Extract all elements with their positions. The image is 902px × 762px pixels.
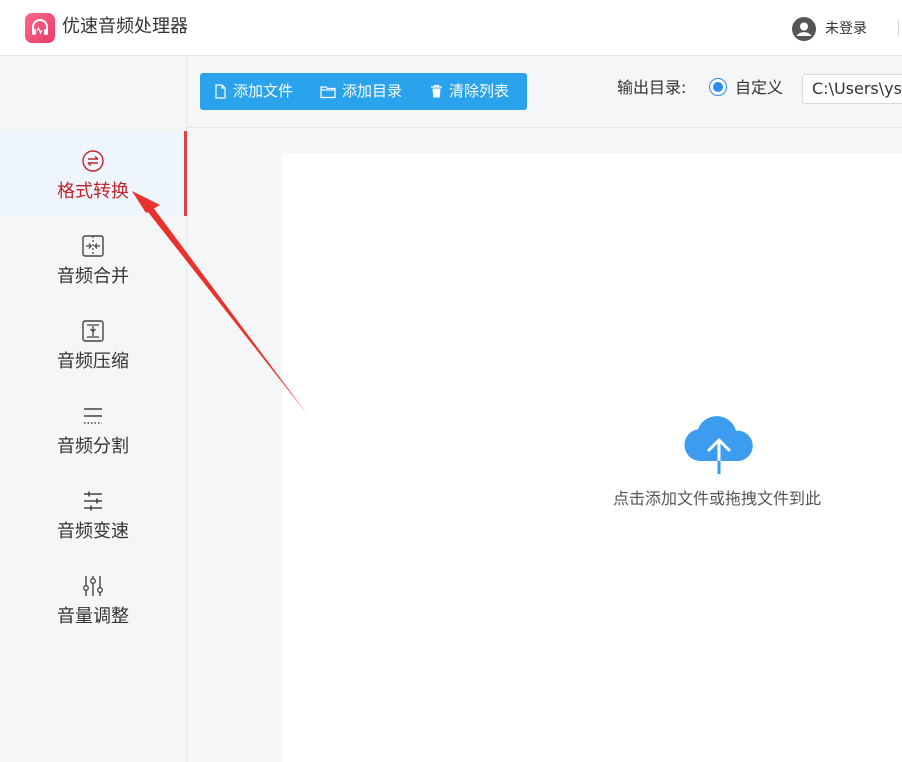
format-convert-icon	[82, 150, 104, 172]
divider	[898, 20, 899, 36]
file-icon	[215, 84, 226, 99]
add-file-label: 添加文件	[233, 82, 294, 100]
sidebar-item-label: 音量调整	[57, 606, 129, 627]
toolbar: 添加文件 添加目录 清除列表 输出目录: 自定义 C:\Users\ys	[187, 56, 902, 128]
clear-list-button[interactable]: 清除列表	[430, 73, 525, 110]
sidebar-item-label: 音频合并	[57, 266, 129, 287]
file-button-group: 添加文件 添加目录 清除列表	[200, 73, 527, 110]
split-icon	[84, 408, 102, 424]
add-directory-button[interactable]: 添加目录	[320, 73, 415, 110]
trash-icon	[431, 84, 442, 98]
volume-sliders-icon	[83, 576, 103, 596]
app-title: 优速音频处理器	[62, 16, 188, 37]
compress-icon	[82, 320, 104, 342]
sidebar-item-merge[interactable]: 音频合并	[0, 216, 186, 301]
custom-output-radio[interactable]	[709, 78, 727, 96]
sidebar: 格式转换 音频合并 音频压缩 音频分割 音频变速 音量调整	[0, 56, 187, 762]
title-bar: 优速音频处理器 未登录	[0, 0, 902, 56]
add-file-button[interactable]: 添加文件	[214, 73, 304, 110]
clear-list-label: 清除列表	[449, 82, 510, 100]
sidebar-item-label: 音频压缩	[57, 351, 129, 372]
sidebar-item-compress[interactable]: 音频压缩	[0, 301, 186, 386]
user-avatar-icon[interactable]	[792, 17, 816, 41]
output-directory-label: 输出目录:	[617, 78, 687, 97]
app-logo	[25, 13, 55, 43]
login-status[interactable]: 未登录	[825, 19, 867, 39]
drop-hint: 点击添加文件或拖拽文件到此	[612, 489, 821, 508]
sidebar-item-label: 音频变速	[57, 521, 129, 542]
sidebar-item-split[interactable]: 音频分割	[0, 386, 186, 471]
sidebar-item-label: 格式转换	[57, 181, 129, 202]
speed-sliders-icon	[84, 491, 102, 511]
output-path-input[interactable]: C:\Users\ys	[802, 74, 902, 104]
custom-output-label[interactable]: 自定义	[735, 77, 783, 99]
merge-icon	[82, 235, 104, 257]
sidebar-item-speed[interactable]: 音频变速	[0, 471, 186, 556]
sidebar-item-label: 音频分割	[57, 436, 129, 457]
sidebar-item-volume[interactable]: 音量调整	[0, 556, 186, 641]
folder-icon	[320, 86, 336, 99]
cloud-upload-icon	[684, 416, 753, 474]
headphones-icon	[32, 19, 48, 35]
file-drop-zone[interactable]: 点击添加文件或拖拽文件到此	[282, 153, 902, 762]
sidebar-item-format-convert[interactable]: 格式转换	[0, 131, 187, 216]
add-directory-label: 添加目录	[342, 82, 403, 100]
